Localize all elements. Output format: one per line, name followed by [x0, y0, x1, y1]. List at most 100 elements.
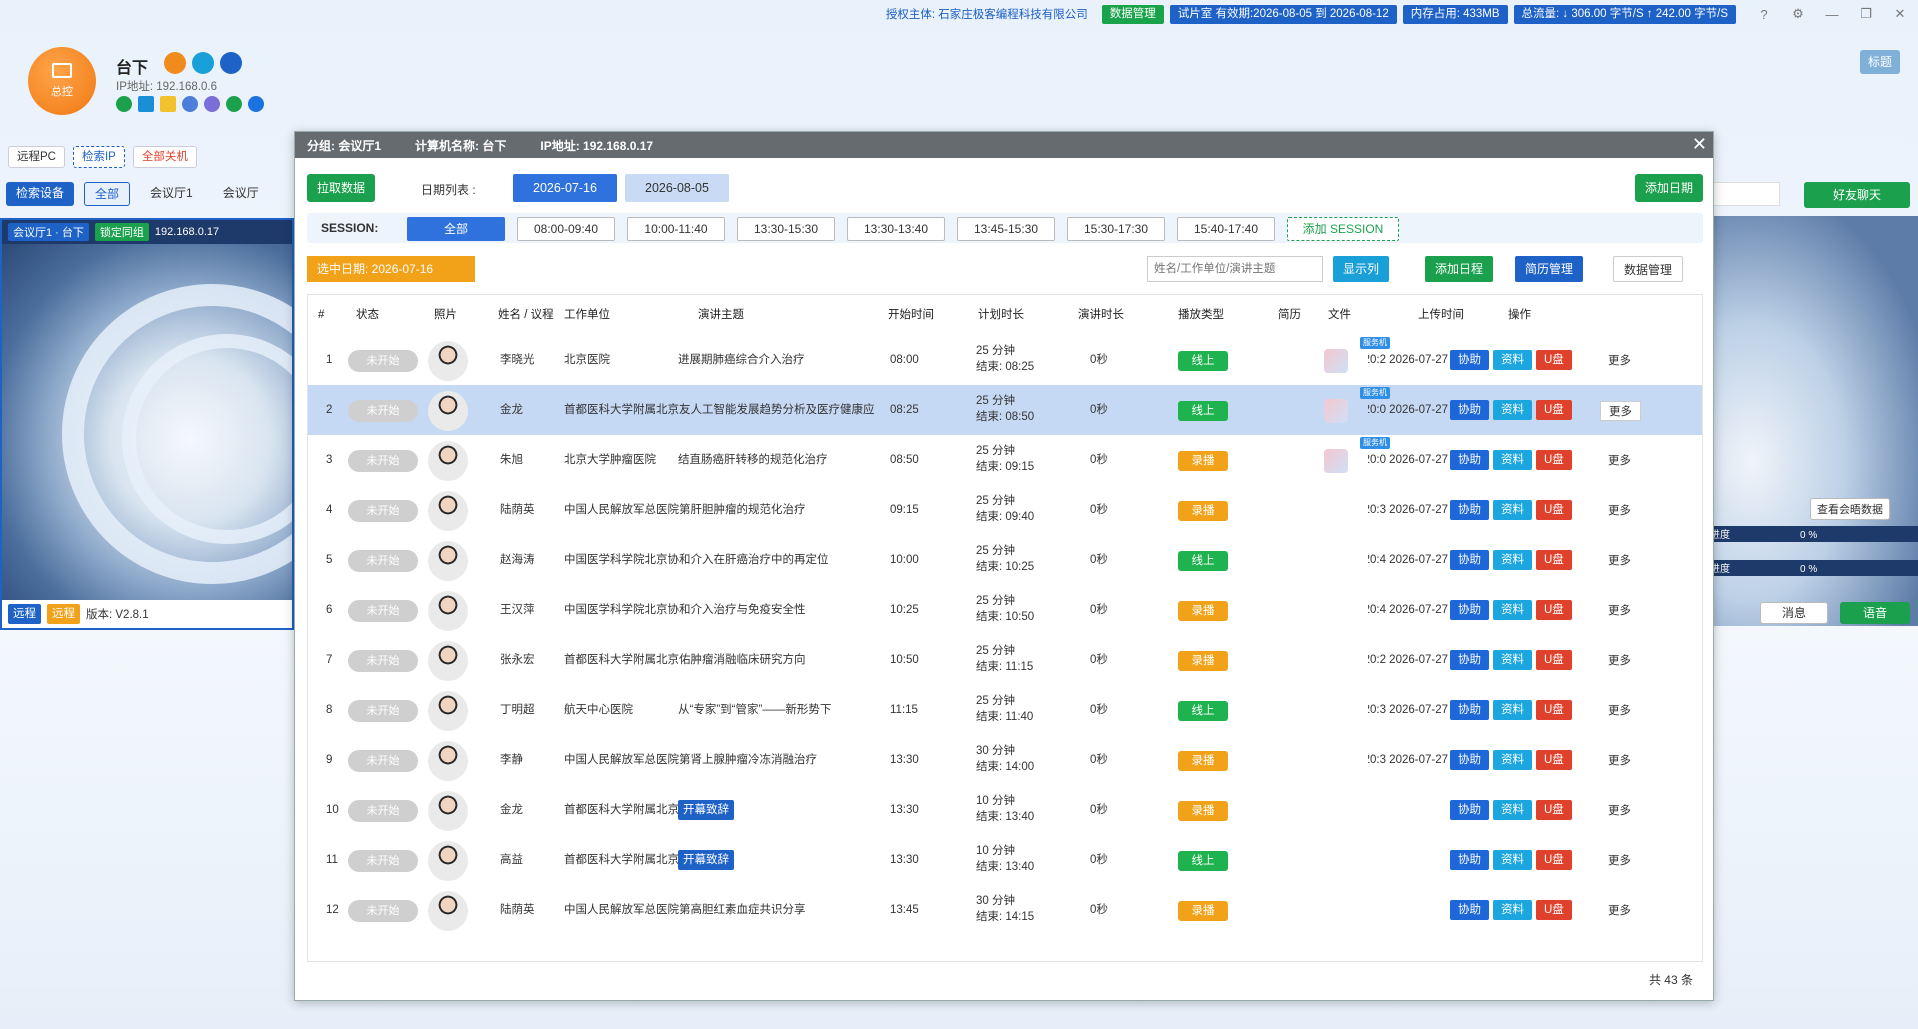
add-date-button[interactable]: 添加日期: [1634, 174, 1703, 202]
session-tab[interactable]: 13:45-15:30: [957, 217, 1055, 241]
assist-button[interactable]: 协助: [1450, 500, 1489, 520]
assist-button[interactable]: 协助: [1450, 600, 1489, 620]
udisk-button[interactable]: U盘: [1536, 450, 1572, 470]
assist-button[interactable]: 协助: [1450, 450, 1489, 470]
session-tab-all[interactable]: 全部: [407, 217, 505, 241]
device-preview-card[interactable]: 会议厅1 · 台下 锁定同组 192.168.0.17 远程 远程 版本: V2…: [0, 218, 294, 630]
view-meeting-data-button[interactable]: 查看会晤数据: [1810, 498, 1890, 520]
folder-icon[interactable]: [160, 96, 176, 112]
udisk-button[interactable]: U盘: [1536, 750, 1572, 770]
session-tab[interactable]: 10:00-11:40: [627, 217, 725, 241]
udisk-button[interactable]: U盘: [1536, 350, 1572, 370]
table-row[interactable]: 10 未开始 金龙 首都医科大学附属北京友 开幕致辞 13:30 10 分钟 结束: 13:4…: [308, 785, 1702, 835]
remote-button-2[interactable]: 远程: [47, 604, 80, 624]
table-row[interactable]: 2 未开始 金龙 首都医科大学附属北京友人工智能发展趋势分析及医疗健康应用 08:25 2…: [308, 385, 1702, 435]
materials-button[interactable]: 资料: [1493, 850, 1532, 870]
remote-pc-button[interactable]: 远程PC: [8, 146, 65, 168]
udisk-button[interactable]: U盘: [1536, 550, 1572, 570]
shutdown-all-button[interactable]: 全部关机: [132, 146, 197, 168]
materials-button[interactable]: 资料: [1493, 400, 1532, 420]
data-management-button[interactable]: 数据管理: [1101, 4, 1164, 24]
materials-button[interactable]: 资料: [1493, 750, 1532, 770]
data-management-dialog-button[interactable]: 数据管理: [1613, 256, 1684, 282]
udisk-button[interactable]: U盘: [1536, 400, 1572, 420]
voice-button[interactable]: 语音: [1840, 602, 1910, 624]
file-icon[interactable]: [1324, 349, 1348, 373]
session-tab[interactable]: 08:00-09:40: [517, 217, 615, 241]
friend-chat-button[interactable]: 好友聊天: [1804, 182, 1910, 208]
materials-button[interactable]: 资料: [1493, 350, 1532, 370]
more-button[interactable]: 更多: [1600, 801, 1639, 821]
session-tab[interactable]: 15:40-17:40: [1177, 217, 1275, 241]
more-button[interactable]: 更多: [1600, 701, 1639, 721]
assist-button[interactable]: 协助: [1450, 850, 1489, 870]
tab-all-devices[interactable]: 全部: [84, 182, 131, 206]
add-schedule-button[interactable]: 添加日程: [1425, 256, 1494, 282]
more-button[interactable]: 更多: [1600, 851, 1639, 871]
more-button[interactable]: 更多: [1600, 751, 1639, 771]
share-icon[interactable]: [182, 96, 198, 112]
screen-preview-image[interactable]: [2, 244, 292, 600]
materials-button[interactable]: 资料: [1493, 800, 1532, 820]
maximize-icon[interactable]: ❐: [1854, 6, 1878, 22]
speaker-icon[interactable]: [116, 96, 132, 112]
title-button[interactable]: 标题: [1860, 50, 1901, 74]
table-row[interactable]: 5 未开始 赵海涛 中国医学科学院北京协和介入在肝癌治疗中的再定位 10:00 25 分钟…: [308, 535, 1702, 585]
materials-button[interactable]: 资料: [1493, 700, 1532, 720]
edit-icon[interactable]: [164, 52, 186, 74]
assist-button[interactable]: 协助: [1450, 550, 1489, 570]
minimize-icon[interactable]: —: [1820, 7, 1844, 22]
assist-button[interactable]: 协助: [1450, 900, 1489, 920]
lock-group-button[interactable]: 锁定同组: [94, 223, 149, 241]
udisk-button[interactable]: U盘: [1536, 850, 1572, 870]
more-button[interactable]: 更多: [1600, 551, 1639, 571]
udisk-button[interactable]: U盘: [1536, 500, 1572, 520]
help-icon[interactable]: ?: [1752, 7, 1776, 22]
assist-button[interactable]: 协助: [1450, 400, 1489, 420]
settings-icon[interactable]: ⚙: [1786, 6, 1810, 22]
materials-button[interactable]: 资料: [1493, 500, 1532, 520]
resume-management-button[interactable]: 简历管理: [1515, 256, 1584, 282]
more-button[interactable]: 更多: [1600, 451, 1639, 471]
assist-button[interactable]: 协助: [1450, 750, 1489, 770]
search-icon[interactable]: [248, 96, 264, 112]
right-search-input[interactable]: [1710, 182, 1780, 206]
wechat-icon[interactable]: [226, 96, 242, 112]
tab-meeting-hall-1[interactable]: 会议厅1: [140, 182, 203, 206]
materials-button[interactable]: 资料: [1493, 900, 1532, 920]
materials-button[interactable]: 资料: [1493, 650, 1532, 670]
more-button[interactable]: 更多: [1600, 901, 1639, 921]
assist-button[interactable]: 协助: [1450, 700, 1489, 720]
file-icon[interactable]: [1324, 399, 1348, 423]
udisk-button[interactable]: U盘: [1536, 600, 1572, 620]
session-tab[interactable]: 13:30-13:40: [847, 217, 945, 241]
more-button[interactable]: 更多: [1600, 401, 1641, 421]
more-button[interactable]: 更多: [1600, 651, 1639, 671]
control-avatar[interactable]: 总控: [28, 47, 96, 115]
eye-icon[interactable]: [220, 52, 242, 74]
message-button[interactable]: 消息: [1760, 602, 1828, 624]
search-ip-button[interactable]: 检索IP: [72, 146, 125, 168]
table-row[interactable]: 11 未开始 高益 首都医科大学附属北京朝 开幕致辞 13:30 10 分钟 结束: 13:4…: [308, 835, 1702, 885]
pull-data-button[interactable]: 拉取数据: [307, 174, 376, 202]
table-row[interactable]: 3 未开始 朱旭 北京大学肿瘤医院 结直肠癌肝转移的规范化治疗 08:50 25 分钟 结束:…: [308, 435, 1702, 485]
table-row[interactable]: 1 未开始 李晓光 北京医院 进展期肺癌综合介入治疗 08:00 25 分钟 结束: 08:2…: [308, 335, 1702, 385]
close-icon[interactable]: ✕: [1692, 134, 1707, 155]
table-row[interactable]: 9 未开始 李静 中国人民解放军总医院第肾上腺肿瘤冷冻消融治疗 13:30 30 分钟 结束…: [308, 735, 1702, 785]
udisk-button[interactable]: U盘: [1536, 700, 1572, 720]
assist-button[interactable]: 协助: [1450, 800, 1489, 820]
session-tab[interactable]: 15:30-17:30: [1067, 217, 1165, 241]
add-session-button[interactable]: 添加 SESSION: [1287, 217, 1399, 241]
date-tab-2026-07-16[interactable]: 2026-07-16: [513, 174, 617, 202]
show-columns-button[interactable]: 显示列: [1333, 256, 1390, 282]
desktop-icon[interactable]: [138, 96, 154, 112]
close-window-icon[interactable]: ✕: [1888, 6, 1912, 22]
udisk-button[interactable]: U盘: [1536, 900, 1572, 920]
udisk-button[interactable]: U盘: [1536, 800, 1572, 820]
more-button[interactable]: 更多: [1600, 601, 1639, 621]
table-row[interactable]: 6 未开始 王汉萍 中国医学科学院北京协和介入治疗与免疫安全性 10:25 25 分钟 结束…: [308, 585, 1702, 635]
udisk-button[interactable]: U盘: [1536, 650, 1572, 670]
materials-button[interactable]: 资料: [1493, 550, 1532, 570]
file-icon[interactable]: [1324, 449, 1348, 473]
search-input[interactable]: [1147, 256, 1323, 282]
